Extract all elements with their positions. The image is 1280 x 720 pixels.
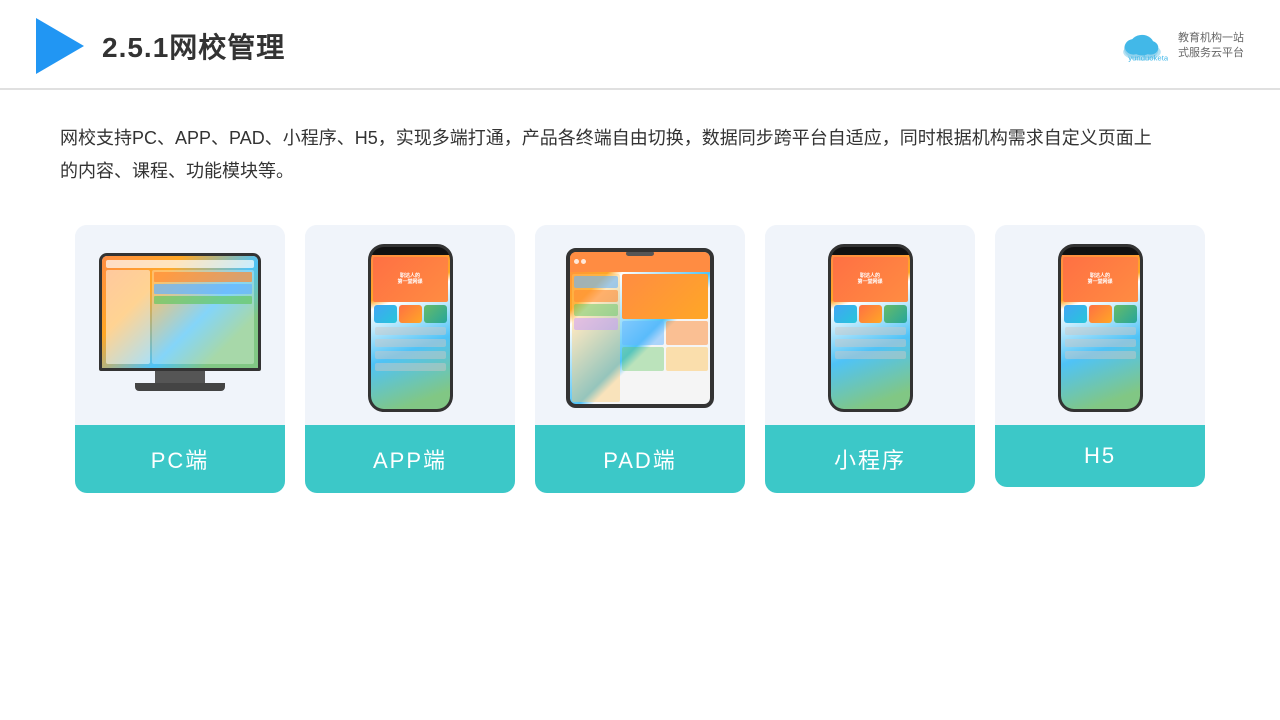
cloud-icon: yunduoketang.com xyxy=(1116,28,1168,64)
card-label-mini: 小程序 xyxy=(765,425,975,493)
main-content: 网校支持PC、APP、PAD、小程序、H5，实现多端打通，产品各终端自由切换，数… xyxy=(0,90,1280,513)
tagline-line1: 教育机构一站 xyxy=(1178,31,1244,46)
svg-text:yunduoketang.com: yunduoketang.com xyxy=(1128,54,1168,63)
tablet-pad-icon xyxy=(566,248,714,408)
brand-area: yunduoketang.com 教育机构一站 式服务云平台 xyxy=(1116,28,1244,64)
phone-mini-icon: 职达人的第一堂网课 xyxy=(828,244,913,412)
card-image-mini: 职达人的第一堂网课 xyxy=(765,225,975,415)
card-image-pc xyxy=(75,225,285,415)
card-image-pad xyxy=(535,225,745,415)
card-label-pc: PC端 xyxy=(75,425,285,493)
section-number: 2.5.1 xyxy=(102,32,169,63)
card-app: 职达人的第一堂网课 APP端 xyxy=(305,225,515,493)
tagline-line2: 式服务云平台 xyxy=(1178,46,1244,61)
header-left: 2.5.1网校管理 xyxy=(36,18,285,74)
card-pad: PAD端 xyxy=(535,225,745,493)
card-image-app: 职达人的第一堂网课 xyxy=(305,225,515,415)
logo-triangle-icon xyxy=(36,18,84,74)
card-label-h5: H5 xyxy=(995,425,1205,487)
description-text: 网校支持PC、APP、PAD、小程序、H5，实现多端打通，产品各终端自由切换，数… xyxy=(60,122,1160,189)
phone-h5-icon: 职达人的第一堂网课 xyxy=(1058,244,1143,412)
phone-app-icon: 职达人的第一堂网课 xyxy=(368,244,453,412)
card-label-pad: PAD端 xyxy=(535,425,745,493)
card-h5: 职达人的第一堂网课 H5 xyxy=(995,225,1205,487)
card-pc: PC端 xyxy=(75,225,285,493)
card-label-app: APP端 xyxy=(305,425,515,493)
card-mini: 职达人的第一堂网课 小程序 xyxy=(765,225,975,493)
device-cards-container: PC端 职达人的第一堂网课 xyxy=(60,225,1220,493)
page-title: 2.5.1网校管理 xyxy=(102,26,285,66)
header: 2.5.1网校管理 yunduoketang.com 教育机构一站 式服务云平台 xyxy=(0,0,1280,90)
pc-monitor-icon xyxy=(95,253,265,403)
card-image-h5: 职达人的第一堂网课 xyxy=(995,225,1205,415)
brand-tagline: 教育机构一站 式服务云平台 xyxy=(1178,31,1244,62)
section-title: 网校管理 xyxy=(169,32,285,63)
